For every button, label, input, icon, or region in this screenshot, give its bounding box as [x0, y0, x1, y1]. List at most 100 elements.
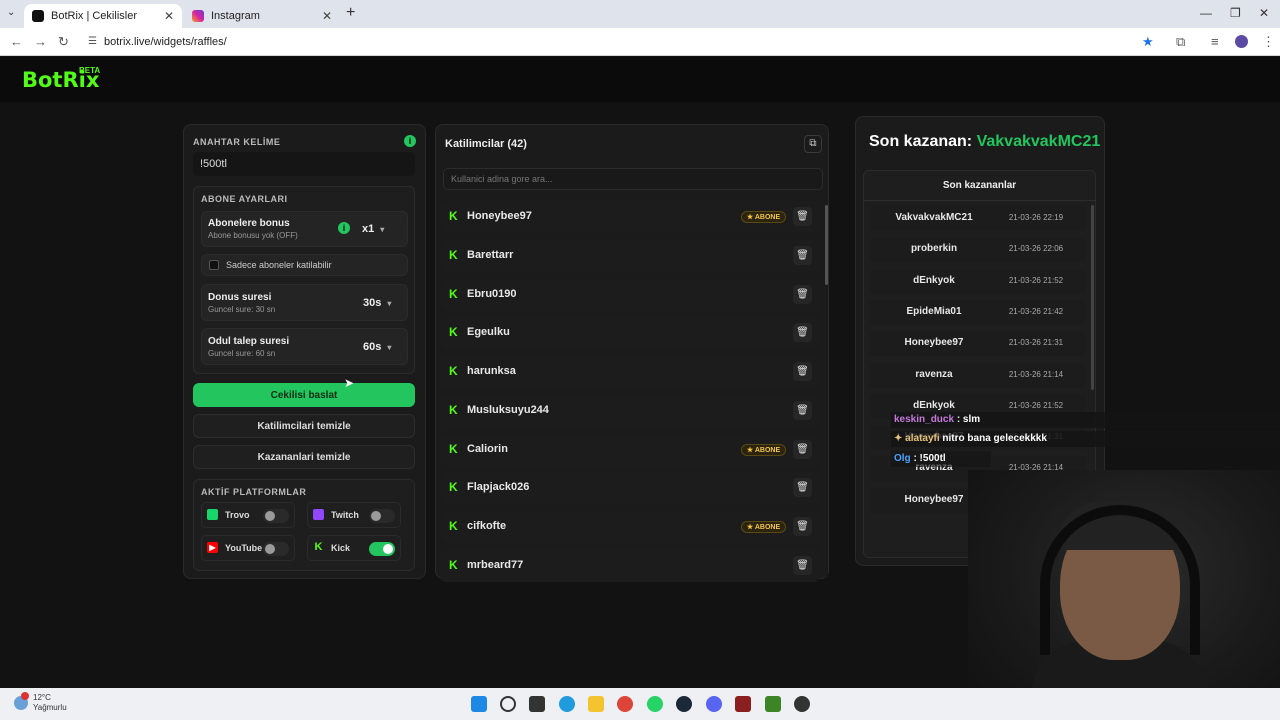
info-icon[interactable]: i: [338, 222, 350, 234]
delete-participant-button[interactable]: 🗑: [793, 207, 812, 226]
edge-icon[interactable]: [559, 696, 575, 712]
close-tab-icon[interactable]: ✕: [164, 9, 174, 23]
reload-icon[interactable]: ↻: [58, 34, 69, 50]
minecraft-icon[interactable]: [765, 696, 781, 712]
platform-youtube: ▶ YouTube: [201, 535, 295, 561]
close-window-icon[interactable]: ✕: [1259, 6, 1269, 20]
obs-icon[interactable]: [794, 696, 810, 712]
profile-avatar[interactable]: [1235, 35, 1248, 48]
chrome-icon[interactable]: [617, 696, 633, 712]
delete-participant-button[interactable]: 🗑: [793, 478, 812, 498]
instagram-favicon-icon: [192, 10, 204, 22]
media-icon[interactable]: ≡: [1211, 34, 1219, 49]
site-info-icon[interactable]: ☰: [88, 36, 97, 47]
new-tab-icon[interactable]: +: [346, 4, 355, 22]
minimize-icon[interactable]: —: [1200, 6, 1212, 20]
url-field[interactable]: ☰ botrix.live/widgets/raffles/: [80, 31, 1170, 53]
weather-widget[interactable]: 12°C Yağmurlu: [33, 693, 67, 713]
delete-participant-button[interactable]: 🗑: [793, 362, 812, 381]
participants-title: Katilimcilar (42): [445, 138, 527, 150]
participant-search-input[interactable]: Kullanici adina gore ara...: [443, 168, 823, 190]
forward-icon[interactable]: →: [34, 34, 47, 49]
twitch-toggle[interactable]: [369, 509, 395, 523]
trash-icon: 🗑: [796, 404, 809, 416]
restore-icon[interactable]: ❐: [1230, 6, 1241, 20]
delete-participant-button[interactable]: 🗑: [793, 400, 812, 420]
tab-search-icon[interactable]: ⌄: [7, 7, 15, 18]
delete-participant-button[interactable]: 🗑: [793, 555, 812, 575]
task-view-icon[interactable]: [529, 696, 545, 712]
steam-icon[interactable]: [676, 696, 692, 712]
tab-botrix[interactable]: BotRix | Cekilisler ✕: [24, 4, 182, 28]
winners-list-title: Son kazananlar: [942, 180, 1017, 191]
platform-name: YouTube: [225, 543, 263, 553]
participant-item: Kharunksa 🗑: [441, 356, 819, 388]
start-raffle-button[interactable]: Cekilisi baslat: [193, 383, 415, 407]
sub-only-checkbox[interactable]: [209, 260, 219, 270]
sub-bonus-select[interactable]: x1 ▾: [362, 223, 384, 235]
badge-label: ABONE: [754, 214, 781, 221]
participant-item: Kcifkofte ★ ABONE 🗑: [441, 511, 819, 543]
clear-participants-button[interactable]: Katilimcilari temizle: [193, 414, 415, 438]
extensions-icon[interactable]: ⧉: [1176, 34, 1185, 50]
participant-name: Musluksuyu244: [467, 403, 549, 416]
bookmark-star-icon[interactable]: ★: [1142, 34, 1154, 50]
copy-icon[interactable]: ⧉: [804, 135, 822, 153]
claim-select[interactable]: 60s ▾: [363, 341, 391, 353]
winner-time: 21-03-26 22:06: [1008, 244, 1064, 254]
chevron-down-icon: ▾: [387, 299, 392, 308]
trash-icon: 🗑: [796, 443, 809, 455]
participant-item: K Honeybee97 ★ ABONE 🗑: [441, 201, 819, 233]
chat-message: nitro bana gelecekkkk: [942, 433, 1047, 444]
subscriber-badge: ★ ABONE: [741, 521, 786, 533]
duration-title: Donus suresi: [208, 292, 272, 303]
delete-participant-button[interactable]: 🗑: [793, 284, 812, 304]
keyword-input[interactable]: !500tl: [193, 152, 415, 176]
toggle-knob: [265, 511, 275, 521]
chevron-down-icon: ▾: [387, 343, 392, 352]
whatsapp-icon[interactable]: [647, 696, 663, 712]
participant-item: K Egeulku 🗑: [441, 317, 819, 350]
participant-name: Caliorin: [467, 442, 508, 455]
tab-instagram[interactable]: Instagram ✕: [184, 4, 340, 28]
delete-participant-button[interactable]: 🗑: [793, 439, 812, 459]
winner-time: 21-03-26 21:14: [1008, 369, 1064, 379]
trash-icon: 🗑: [796, 249, 809, 261]
taskbar: 12°C Yağmurlu: [0, 688, 1280, 720]
info-icon[interactable]: i: [404, 135, 416, 147]
chat-line: ✦ alatayfi nitro bana gelecekkkk: [891, 431, 1280, 447]
sub-only-label: Sadece aboneler katilabilir: [226, 260, 332, 270]
claim-subtitle: Guncel sure: 60 sn: [208, 349, 276, 358]
weather-desc: Yağmurlu: [33, 703, 67, 712]
winners-scrollbar[interactable]: [1091, 205, 1094, 390]
participants-scroll-thumb[interactable]: [825, 205, 828, 285]
youtube-toggle[interactable]: [263, 542, 289, 556]
kick-icon: K: [314, 541, 323, 553]
delete-participant-button[interactable]: 🗑: [793, 517, 812, 536]
duration-select[interactable]: 30s ▾: [363, 297, 391, 309]
menu-icon[interactable]: ⋮: [1262, 34, 1275, 50]
file-explorer-icon[interactable]: [588, 696, 604, 712]
trash-icon: 🗑: [796, 559, 809, 571]
winner-time: 21-03-26 21:52: [1008, 275, 1064, 285]
toggle-knob: [371, 511, 381, 521]
discord-icon[interactable]: [706, 696, 722, 712]
app-icon[interactable]: [735, 696, 751, 712]
kick-icon: K: [449, 480, 458, 495]
back-icon[interactable]: ←: [10, 34, 23, 49]
delete-participant-button[interactable]: 🗑: [793, 323, 812, 343]
delete-participant-button[interactable]: 🗑: [793, 245, 812, 265]
winner-name: dEnkyok: [913, 399, 955, 411]
trovo-toggle[interactable]: [263, 509, 289, 523]
keyword-label: ANAHTAR KELİME: [193, 137, 281, 147]
search-icon[interactable]: [500, 696, 516, 712]
close-tab-icon[interactable]: ✕: [322, 9, 332, 23]
windows-start-icon[interactable]: [471, 696, 487, 712]
kick-icon: K: [449, 557, 458, 572]
kick-toggle[interactable]: [369, 542, 395, 556]
clear-winners-button[interactable]: Kazananlari temizle: [193, 445, 415, 469]
kick-icon: K: [449, 325, 458, 340]
url-text: botrix.live/widgets/raffles/: [104, 36, 227, 48]
winner-name: VakvakvakMC21: [895, 212, 973, 223]
winner-time: 21-03-26 21:52: [1008, 400, 1064, 410]
